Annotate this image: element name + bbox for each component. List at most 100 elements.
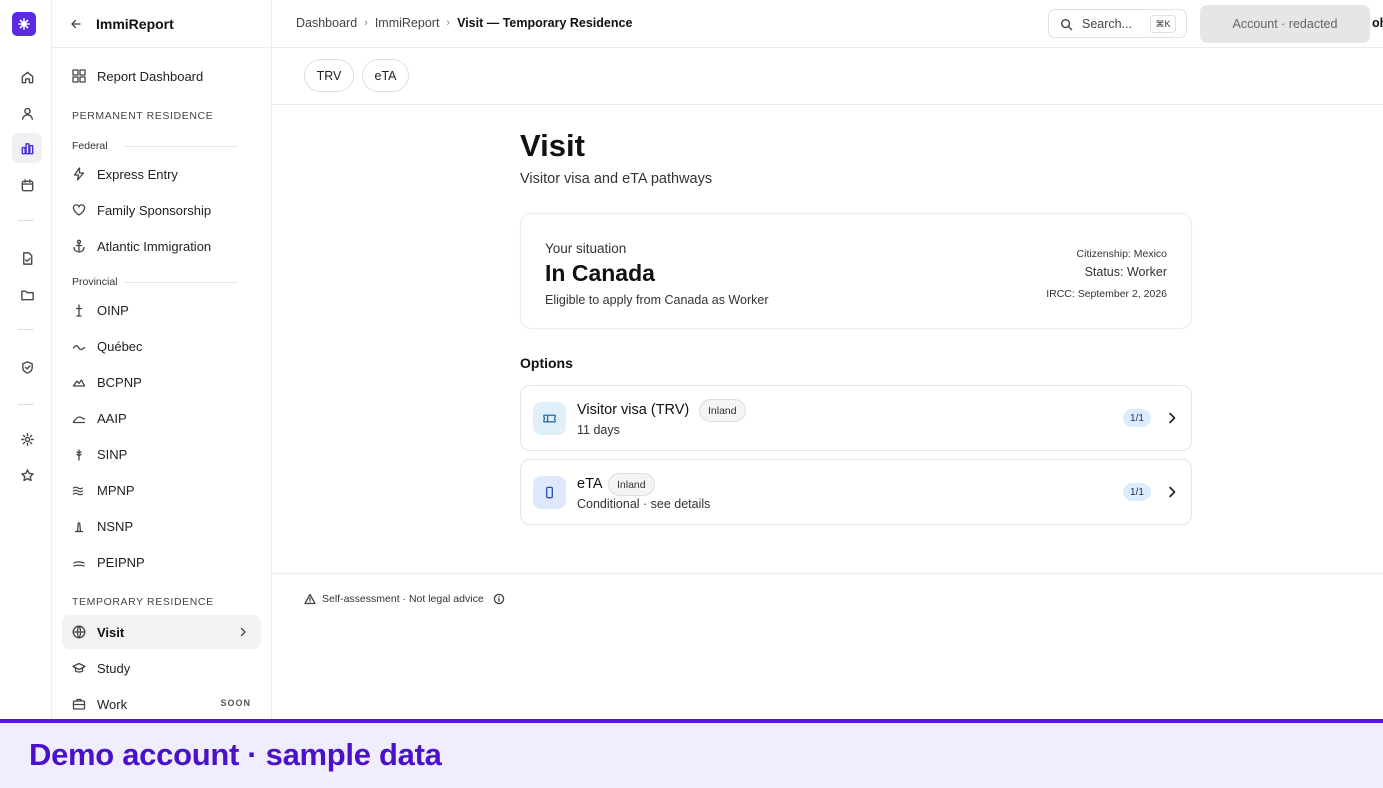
breadcrumb-immireport[interactable]: ImmiReport	[375, 16, 440, 30]
sidebar-item-label: Québec	[97, 339, 143, 354]
subheading-federal: Federal	[72, 140, 108, 152]
situation-description: Eligible to apply from Canada as Worker	[545, 293, 769, 307]
inland-badge: Inland	[608, 473, 655, 496]
sidebar-item-family-sponsorship[interactable]: Family Sponsorship	[62, 193, 261, 227]
top-bar: Dashboard › ImmiReport › Visit — Tempora…	[272, 0, 1383, 48]
settings-icon[interactable]	[12, 424, 42, 454]
sidebar-item-sinp[interactable]: SINP	[62, 437, 261, 471]
sidebar-item-report-dashboard[interactable]: Report Dashboard	[62, 59, 261, 93]
rail-divider	[18, 220, 34, 221]
option-count-badge: 1/1	[1123, 483, 1151, 501]
grid-icon	[72, 69, 86, 83]
wheat-icon	[76, 449, 82, 461]
graduation-cap-icon	[72, 662, 86, 673]
page-title: Visit	[520, 128, 585, 163]
chevron-right-icon: ›	[446, 17, 451, 29]
tower-icon	[75, 304, 83, 317]
heart-icon	[72, 204, 86, 216]
back-arrow-icon[interactable]	[68, 16, 84, 32]
sidebar-item-peipnp[interactable]: PEIPNP	[62, 545, 261, 579]
search-button[interactable]: Search... ⌘K	[1048, 9, 1187, 38]
user-icon[interactable]	[12, 98, 42, 128]
lightning-icon	[73, 167, 85, 181]
sidebar-item-work[interactable]: Work SOON	[62, 687, 261, 720]
briefcase-icon	[72, 698, 86, 710]
search-icon	[1060, 18, 1073, 31]
sidebar-item-label: Report Dashboard	[97, 69, 204, 84]
demo-banner: Demo account · sample data	[0, 719, 1383, 788]
app-logo-icon[interactable]	[12, 12, 36, 36]
mountain-icon	[72, 379, 86, 387]
sidebar-item-mpnp[interactable]: MPNP	[62, 473, 261, 507]
info-icon[interactable]	[493, 593, 505, 605]
sidebar-item-quebec[interactable]: Québec	[62, 329, 261, 363]
bar-chart-icon[interactable]	[12, 133, 42, 163]
citizenship-text: Citizenship: Mexico	[1076, 248, 1167, 260]
breadcrumb-current: Visit — Temporary Residence	[457, 16, 633, 30]
status-text: Status: Worker	[1084, 265, 1167, 279]
tab-bar: TRV eTA	[272, 48, 1383, 105]
chevron-right-icon: ›	[364, 17, 368, 29]
breadcrumb: Dashboard › ImmiReport › Visit — Tempora…	[296, 16, 632, 30]
sidebar-item-bcpnp[interactable]: BCPNP	[62, 365, 261, 399]
section-heading-temporary: TEMPORARY RESIDENCE	[72, 596, 214, 608]
home-icon[interactable]	[12, 62, 42, 92]
sidebar-item-express-entry[interactable]: Express Entry	[62, 157, 261, 191]
sidebar-item-label: PEIPNP	[97, 555, 145, 570]
search-label: Search...	[1082, 17, 1133, 31]
option-subtitle: Conditional · see details	[577, 497, 711, 511]
sidebar-item-label: Study	[97, 661, 131, 676]
search-shortcut: ⌘K	[1150, 15, 1176, 33]
lighthouse-icon	[74, 522, 84, 533]
rail-divider	[18, 404, 34, 405]
option-title: eTA	[577, 476, 603, 492]
rail-divider	[18, 329, 34, 330]
sidebar-item-label: Family Sponsorship	[97, 203, 212, 218]
soon-badge: SOON	[220, 698, 251, 708]
sidebar-item-label: BCPNP	[97, 375, 142, 390]
sidebar-item-study[interactable]: Study	[62, 651, 261, 685]
breadcrumb-dashboard[interactable]: Dashboard	[296, 16, 357, 30]
situation-value: In Canada	[545, 260, 655, 286]
phone-icon	[533, 476, 566, 509]
tab-trv[interactable]: TRV	[304, 59, 354, 92]
tab-eta[interactable]: eTA	[362, 59, 409, 92]
sidebar-item-nsnp[interactable]: NSNP	[62, 509, 261, 543]
sidebar-item-label: Visit	[97, 625, 125, 640]
sidebar-item-label: Atlantic Immigration	[97, 239, 212, 254]
option-eta[interactable]: eTA Inland Conditional · see details 1/1	[520, 459, 1192, 525]
sidebar-item-label: AAIP	[97, 411, 127, 426]
inland-badge: Inland	[699, 399, 746, 422]
sidebar-header: ImmiReport	[52, 0, 271, 48]
divider	[272, 573, 1383, 574]
sidebar-title: ImmiReport	[96, 16, 174, 32]
disclaimer-text: Self-assessment · Not legal advice	[322, 593, 484, 605]
account-button[interactable]: Account · redacted	[1200, 5, 1370, 43]
sidebar-item-visit[interactable]: Visit	[62, 615, 261, 649]
document-check-icon[interactable]	[12, 243, 42, 273]
section-heading-permanent: PERMANENT RESIDENCE	[72, 110, 214, 122]
sidebar-item-label: NSNP	[97, 519, 134, 534]
shield-check-icon[interactable]	[12, 352, 42, 382]
sidebar-item-oinp[interactable]: OINP	[62, 293, 261, 327]
island-icon	[73, 561, 85, 567]
situation-label: Your situation	[545, 241, 627, 256]
folder-icon[interactable]	[12, 279, 42, 309]
ircc-date-text: IRCC: September 2, 2026	[1046, 288, 1167, 300]
sidebar-item-label: MPNP	[97, 483, 135, 498]
option-subtitle: 11 days	[577, 423, 620, 437]
ticket-icon	[533, 402, 566, 435]
options-heading: Options	[520, 355, 573, 371]
sidebar-item-atlantic-immigration[interactable]: Atlantic Immigration	[62, 229, 261, 263]
sidebar-item-label: OINP	[97, 303, 129, 318]
sidebar-item-label: Express Entry	[97, 167, 178, 182]
sidebar-item-label: SINP	[97, 447, 128, 462]
disclaimer: Self-assessment · Not legal advice	[304, 593, 505, 605]
divider	[124, 282, 238, 283]
chevron-right-icon	[1169, 486, 1176, 498]
calendar-icon[interactable]	[12, 170, 42, 200]
star-icon[interactable]	[12, 460, 42, 490]
option-visitor-visa[interactable]: Visitor visa (TRV) Inland 11 days 1/1	[520, 385, 1192, 451]
sidebar-item-aaip[interactable]: AAIP	[62, 401, 261, 435]
demo-banner-text: Demo account · sample data	[29, 737, 442, 772]
